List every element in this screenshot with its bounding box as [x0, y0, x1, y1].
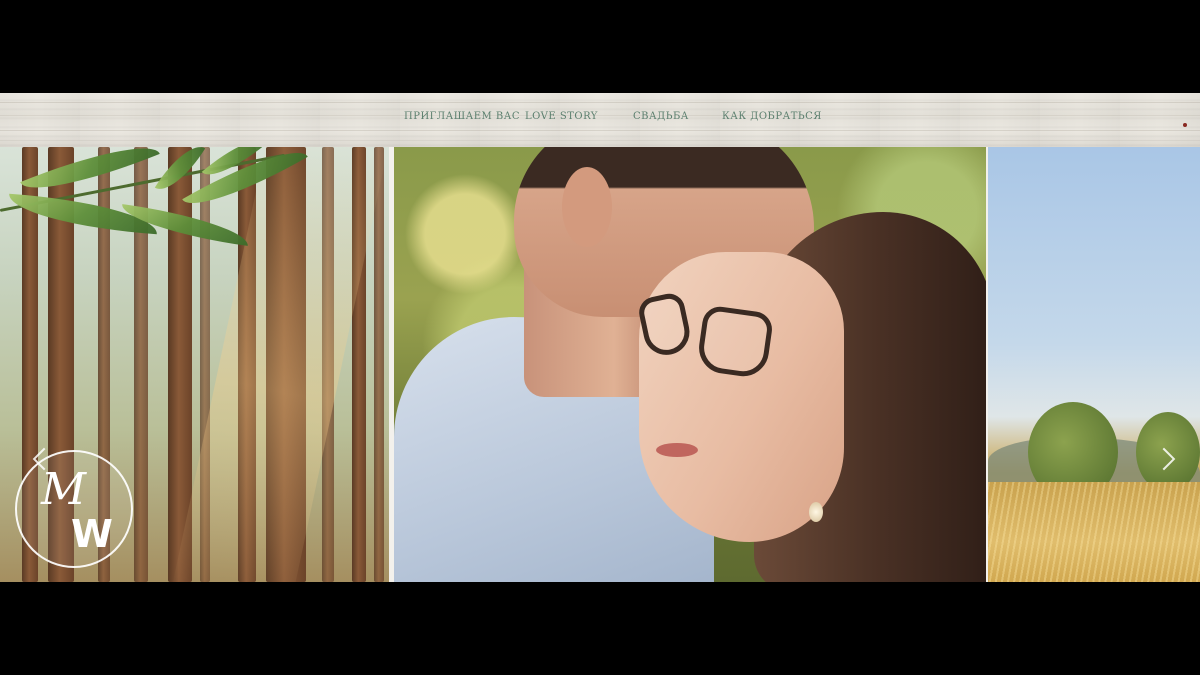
nav-item-love-story[interactable]: LOVE STORY [525, 111, 598, 122]
forest-photo: M W [0, 147, 389, 582]
monogram-logo[interactable]: M W [15, 450, 133, 568]
monogram-letter-m: M [41, 464, 87, 515]
man-ear [562, 167, 612, 247]
glasses [636, 290, 792, 380]
meadow-photo [988, 147, 1200, 582]
nav-item-directions[interactable]: КАК ДОБРАТЬСЯ [722, 111, 822, 122]
meadow-grass [988, 482, 1200, 582]
navigation-bar: ПРИГЛАШАЕМ ВАС LOVE STORY СВАДЬБА КАК ДО… [0, 93, 1200, 148]
photo-gallery-slider[interactable]: M W [0, 147, 1200, 582]
nav-item-wedding[interactable]: СВАДЬБА [633, 111, 689, 122]
tree-trunk [374, 147, 384, 582]
monogram-letter-w: W [71, 512, 113, 556]
woman-lips [656, 443, 698, 457]
pearl-earring [809, 502, 823, 522]
main-menu: ПРИГЛАШАЕМ ВАС LOVE STORY СВАДЬБА КАК ДО… [0, 93, 1200, 147]
nav-item-invitation[interactable]: ПРИГЛАШАЕМ ВАС [404, 111, 520, 122]
glasses-lens [695, 304, 775, 380]
glasses-lens [636, 290, 694, 360]
couple-photo[interactable] [394, 147, 986, 582]
video-frame: ПРИГЛАШАЕМ ВАС LOVE STORY СВАДЬБА КАК ДО… [0, 0, 1200, 675]
